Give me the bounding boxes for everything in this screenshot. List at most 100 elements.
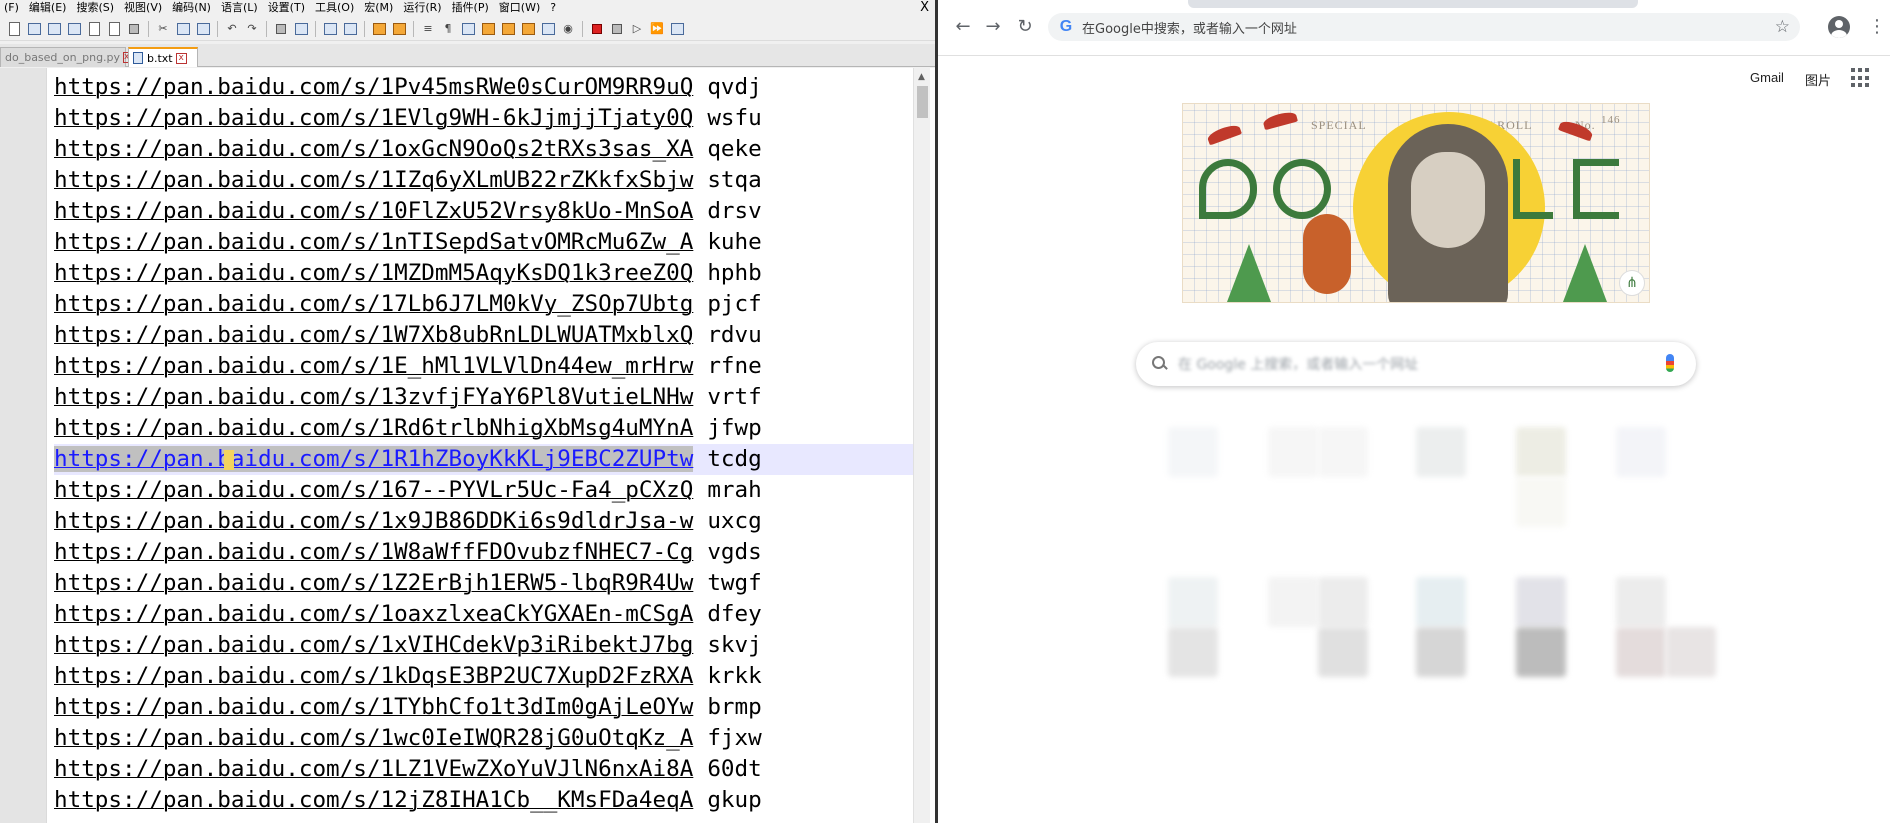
sync-vertical-icon[interactable] bbox=[371, 21, 387, 37]
images-link[interactable]: 图片 bbox=[1805, 70, 1831, 89]
save-macro-icon[interactable] bbox=[669, 21, 685, 37]
editor-line[interactable]: 6https://pan.baidu.com/s/1nTISepdSatvOMR… bbox=[54, 227, 914, 258]
editor-line[interactable]: 9https://pan.baidu.com/s/1W7Xb8ubRnLDLWU… bbox=[54, 320, 914, 351]
editor-line[interactable]: 21https://pan.baidu.com/s/1TYbhCfo1t3dIm… bbox=[54, 692, 914, 723]
editor-line[interactable]: 20https://pan.baidu.com/s/1kDqsE3BP2UC7X… bbox=[54, 661, 914, 692]
menu-run[interactable]: 运行(R) bbox=[399, 0, 447, 16]
function-list-icon[interactable] bbox=[520, 21, 536, 37]
cut-icon[interactable]: ✂ bbox=[155, 21, 171, 37]
editor-line[interactable]: 4https://pan.baidu.com/s/1IZq6yXLmUB22rZ… bbox=[54, 165, 914, 196]
close-icon[interactable]: x bbox=[175, 52, 187, 64]
editor-line[interactable]: 22https://pan.baidu.com/s/1wc0IeIWQR28jG… bbox=[54, 723, 914, 754]
tab-b-txt[interactable]: b.txt x bbox=[128, 47, 198, 67]
menu-window[interactable]: 窗口(W) bbox=[495, 0, 546, 16]
line-url[interactable]: https://pan.baidu.com/s/1x9JB86DDKi6s9dl… bbox=[54, 508, 693, 534]
editor-line[interactable]: 7https://pan.baidu.com/s/1MZDmM5AqyKsDQ1… bbox=[54, 258, 914, 289]
shortcut-tile[interactable] bbox=[1516, 627, 1566, 677]
menu-tools[interactable]: 工具(O) bbox=[311, 0, 360, 16]
line-url[interactable]: https://pan.baidu.com/s/1Pv45msRWe0sCurO… bbox=[54, 74, 693, 100]
bookmark-star-icon[interactable]: ☆ bbox=[1775, 18, 1790, 36]
user-language-icon[interactable] bbox=[480, 21, 496, 37]
shortcut-tile[interactable] bbox=[1516, 477, 1566, 527]
editor-line[interactable]: 1https://pan.baidu.com/s/1Pv45msRWe0sCur… bbox=[54, 72, 914, 103]
scroll-up-icon[interactable]: ▲ bbox=[918, 72, 925, 82]
find-icon[interactable] bbox=[273, 21, 289, 37]
close-all-icon[interactable] bbox=[106, 21, 122, 37]
editor-line[interactable]: 12https://pan.baidu.com/s/1Rd6trlbNhigXb… bbox=[54, 413, 914, 444]
line-url[interactable]: https://pan.baidu.com/s/1LZ1VEwZXoYuVJlN… bbox=[54, 756, 693, 782]
show-all-chars-icon[interactable]: ¶ bbox=[440, 21, 456, 37]
chrome-menu-icon[interactable]: ⋮ bbox=[1868, 16, 1886, 38]
google-doodle[interactable]: SPECIAL T ROLL No. 146 ⋔ bbox=[1182, 103, 1650, 303]
doc-map-icon[interactable] bbox=[500, 21, 516, 37]
back-icon[interactable]: ← bbox=[952, 16, 974, 38]
editor-line[interactable]: 14https://pan.baidu.com/s/167--PYVLr5Uc-… bbox=[54, 475, 914, 506]
shortcut-tile[interactable] bbox=[1168, 577, 1218, 627]
line-url[interactable]: https://pan.baidu.com/s/1TYbhCfo1t3dIm0g… bbox=[54, 694, 693, 720]
monitoring-icon[interactable]: ◉ bbox=[560, 21, 576, 37]
line-url[interactable]: https://pan.baidu.com/s/1wc0IeIWQR28jG0u… bbox=[54, 725, 693, 751]
line-url[interactable]: https://pan.baidu.com/s/1E_hMl1VLVlDn44e… bbox=[54, 353, 693, 379]
close-document-button[interactable]: X bbox=[920, 0, 929, 16]
shortcut-tile[interactable] bbox=[1516, 427, 1566, 477]
reload-icon[interactable]: ↻ bbox=[1014, 16, 1036, 38]
editor-line[interactable]: 24https://pan.baidu.com/s/12jZ8IHA1Cb__K… bbox=[54, 785, 914, 816]
shortcut-tile[interactable] bbox=[1318, 627, 1368, 677]
microphone-icon[interactable] bbox=[1666, 354, 1674, 372]
stop-macro-icon[interactable] bbox=[609, 21, 625, 37]
menu-view[interactable]: 视图(V) bbox=[120, 0, 168, 16]
play-macro-icon[interactable]: ▷ bbox=[629, 21, 645, 37]
print-icon[interactable] bbox=[126, 21, 142, 37]
line-url[interactable]: https://pan.baidu.com/s/1MZDmM5AqyKsDQ1k… bbox=[54, 260, 693, 286]
sync-horizontal-icon[interactable] bbox=[391, 21, 407, 37]
replace-icon[interactable] bbox=[293, 21, 309, 37]
menu-encoding[interactable]: 编码(N) bbox=[168, 0, 217, 16]
menu-help[interactable]: ? bbox=[546, 0, 562, 16]
undo-icon[interactable]: ↶ bbox=[224, 21, 240, 37]
zoom-out-icon[interactable] bbox=[342, 21, 358, 37]
menu-settings[interactable]: 设置(T) bbox=[264, 0, 311, 16]
line-url[interactable]: https://pan.baidu.com/s/1oxGcN9OoQs2tRXs… bbox=[54, 136, 693, 162]
profile-avatar-icon[interactable] bbox=[1828, 16, 1850, 38]
editor-line[interactable]: 17https://pan.baidu.com/s/1Z2ErBjh1ERW5-… bbox=[54, 568, 914, 599]
save-all-icon[interactable] bbox=[66, 21, 82, 37]
word-wrap-icon[interactable]: ≡ bbox=[420, 21, 436, 37]
shortcut-tile[interactable] bbox=[1318, 427, 1368, 477]
indent-guide-icon[interactable] bbox=[460, 21, 476, 37]
shortcut-tile[interactable] bbox=[1416, 627, 1466, 677]
editor-line[interactable]: 3https://pan.baidu.com/s/1oxGcN9OoQs2tRX… bbox=[54, 134, 914, 165]
shortcut-tile[interactable] bbox=[1416, 427, 1466, 477]
editor-line[interactable]: 18https://pan.baidu.com/s/1oaxzlxeaCkYGX… bbox=[54, 599, 914, 630]
line-url[interactable]: https://pan.baidu.com/s/1W8aWffFDOvubzfN… bbox=[54, 539, 693, 565]
line-url[interactable]: https://pan.baidu.com/s/167--PYVLr5Uc-Fa… bbox=[54, 477, 693, 503]
menu-macro[interactable]: 宏(M) bbox=[360, 0, 399, 16]
editor-line[interactable]: 23https://pan.baidu.com/s/1LZ1VEwZXoYuVJ… bbox=[54, 754, 914, 785]
line-url[interactable]: https://pan.baidu.com/s/13zvfjFYaY6Pl8Vu… bbox=[54, 384, 693, 410]
line-url[interactable]: https://pan.baidu.com/s/1R1hZBoyKkKLj9EB… bbox=[54, 446, 694, 472]
code-area[interactable]: 1https://pan.baidu.com/s/1Pv45msRWe0sCur… bbox=[54, 72, 914, 822]
save-icon[interactable] bbox=[46, 21, 62, 37]
gmail-link[interactable]: Gmail bbox=[1750, 70, 1784, 85]
line-url[interactable]: https://pan.baidu.com/s/1EVlg9WH-6kJjmjj… bbox=[54, 105, 693, 131]
folder-workspace-icon[interactable] bbox=[540, 21, 556, 37]
close-file-icon[interactable] bbox=[86, 21, 102, 37]
record-macro-icon[interactable] bbox=[589, 21, 605, 37]
line-url[interactable]: https://pan.baidu.com/s/12jZ8IHA1Cb__KMs… bbox=[54, 787, 693, 813]
line-url[interactable]: https://pan.baidu.com/s/1oaxzlxeaCkYGXAE… bbox=[54, 601, 693, 627]
shortcut-tile[interactable] bbox=[1616, 577, 1666, 627]
shortcut-tile[interactable] bbox=[1168, 627, 1218, 677]
line-url[interactable]: https://pan.baidu.com/s/1Rd6trlbNhigXbMs… bbox=[54, 415, 693, 441]
copy-icon[interactable] bbox=[175, 21, 191, 37]
line-url[interactable]: https://pan.baidu.com/s/1Z2ErBjh1ERW5-lb… bbox=[54, 570, 693, 596]
line-url[interactable]: https://pan.baidu.com/s/1xVIHCdekVp3iRib… bbox=[54, 632, 693, 658]
line-url[interactable]: https://pan.baidu.com/s/1nTISepdSatvOMRc… bbox=[54, 229, 693, 255]
editor-line[interactable]: 16https://pan.baidu.com/s/1W8aWffFDOvubz… bbox=[54, 537, 914, 568]
editor-line[interactable]: 8https://pan.baidu.com/s/17Lb6J7LM0kVy_Z… bbox=[54, 289, 914, 320]
editor-line[interactable]: 15https://pan.baidu.com/s/1x9JB86DDKi6s9… bbox=[54, 506, 914, 537]
shortcut-tile[interactable] bbox=[1616, 427, 1666, 477]
google-apps-icon[interactable] bbox=[1851, 68, 1871, 88]
zoom-in-icon[interactable] bbox=[322, 21, 338, 37]
line-url[interactable]: https://pan.baidu.com/s/17Lb6J7LM0kVy_ZS… bbox=[54, 291, 693, 317]
google-search-box[interactable]: 在 Google 上搜索，或者输入一个网址 bbox=[1136, 342, 1696, 386]
scrollbar-thumb[interactable] bbox=[917, 86, 928, 118]
